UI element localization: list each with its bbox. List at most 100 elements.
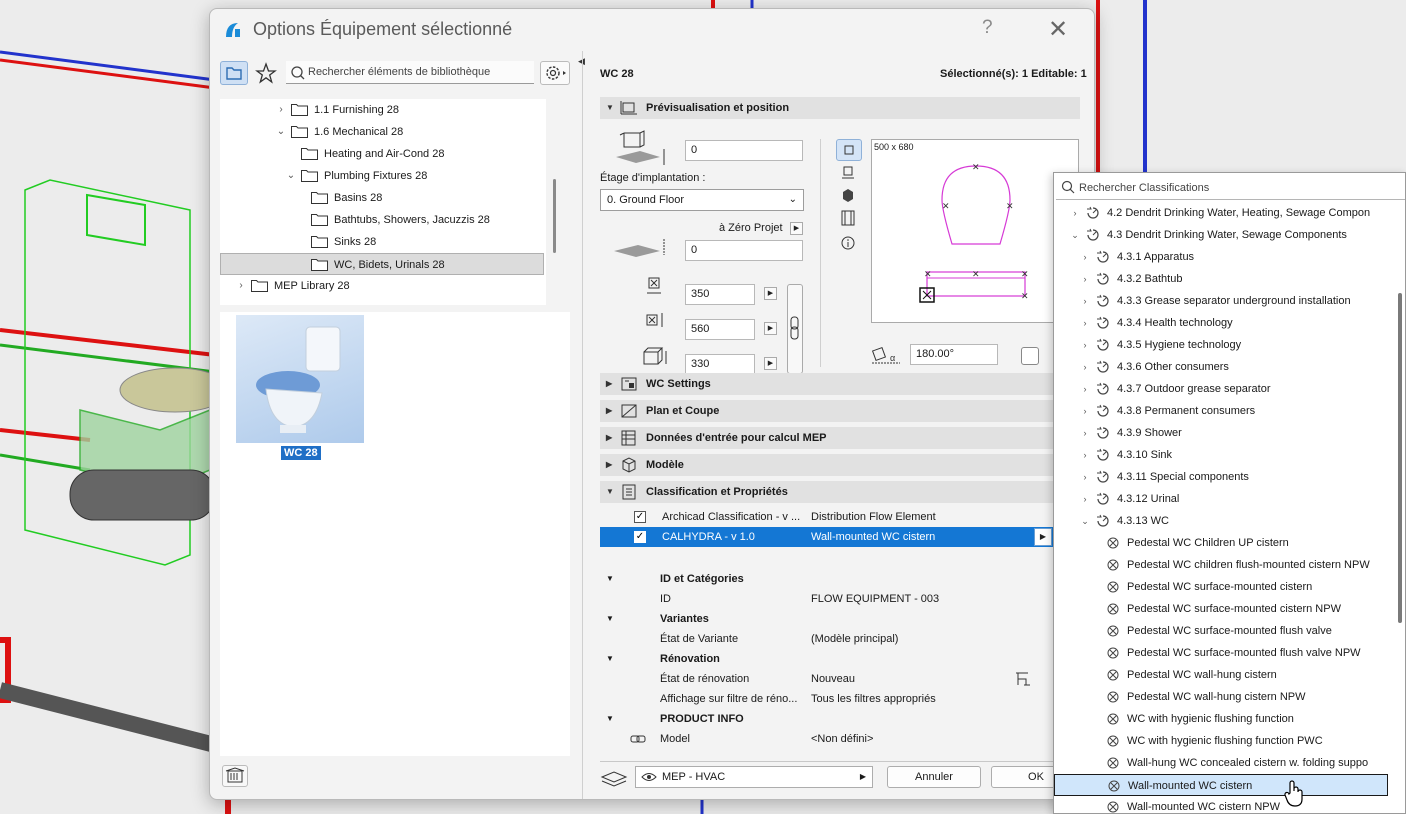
chevron-right-icon[interactable]: › (1080, 334, 1090, 356)
classification-item[interactable]: Wall-hung WC concealed cistern w. foldin… (1054, 752, 1394, 774)
mirror-checkbox[interactable] (1021, 347, 1039, 365)
tree-item[interactable]: Sinks 28 (220, 231, 544, 253)
checkbox-checked[interactable]: ✓ (634, 531, 646, 543)
classification-item[interactable]: Wall-mounted WC cistern NPW (1054, 796, 1394, 813)
expand-triangle-icon[interactable]: ▶ (606, 454, 612, 476)
chevron-right-icon[interactable]: › (1080, 246, 1090, 268)
tree-item[interactable]: Basins 28 (220, 187, 544, 209)
height-arrow-button[interactable]: ▶ (764, 357, 777, 370)
depth-arrow-button[interactable]: ▶ (764, 322, 777, 335)
chevron-right-icon[interactable]: › (1080, 444, 1090, 466)
classification-item[interactable]: › 4.3.2 Bathtub (1054, 268, 1394, 290)
property-row[interactable]: ID FLOW EQUIPMENT - 003 (600, 589, 1060, 609)
reference-elevation-input[interactable]: 0 (685, 240, 803, 261)
classification-item[interactable]: ⌄ 4.3 Dendrit Drinking Water, Sewage Comp… (1054, 224, 1394, 246)
collapse-triangle-icon[interactable]: ▼ (606, 709, 614, 729)
chevron-right-icon[interactable]: › (1080, 312, 1090, 334)
property-group[interactable]: ▼ PRODUCT INFO (600, 709, 1060, 729)
chevron-right-icon[interactable]: › (1080, 422, 1090, 444)
classification-search-input[interactable]: Rechercher Classifications (1056, 175, 1405, 200)
property-row[interactable]: Affichage sur filtre de réno... Tous les… (600, 689, 1060, 709)
classification-item[interactable]: WC with hygienic flushing function PWC (1054, 730, 1394, 752)
expand-triangle-icon[interactable]: ▶ (606, 373, 612, 395)
library-settings-button[interactable] (540, 61, 570, 85)
classification-item[interactable]: WC with hygienic flushing function (1054, 708, 1394, 730)
classification-item[interactable]: › 4.3.11 Special components (1054, 466, 1394, 488)
classification-item[interactable]: Pedestal WC wall-hung cistern (1054, 664, 1394, 686)
tree-item[interactable]: Heating and Air-Cond 28 (220, 143, 544, 165)
favorites-button[interactable] (252, 61, 280, 85)
collapse-triangle-icon[interactable]: ▼ (606, 649, 614, 669)
property-row[interactable]: Model <Non défini> (600, 729, 1060, 743)
tree-item[interactable]: Bathtubs, Showers, Jacuzzis 28 (220, 209, 544, 231)
renovation-filter-icon[interactable] (1012, 670, 1032, 688)
expand-triangle-icon[interactable]: ▶ (606, 427, 612, 449)
tree-item[interactable]: ⌄ 1.6 Mechanical 28 (220, 121, 544, 143)
chevron-down-icon[interactable]: ⌄ (275, 121, 287, 143)
chevron-right-icon[interactable]: › (1070, 202, 1080, 224)
classification-item[interactable]: › 4.3.5 Hygiene technology (1054, 334, 1394, 356)
help-button[interactable]: ? (982, 17, 993, 39)
classification-item[interactable]: › 4.3.12 Urinal (1054, 488, 1394, 510)
section-modele[interactable]: ▶ Modèle (600, 454, 1080, 476)
chevron-right-icon[interactable]: › (1080, 290, 1090, 312)
chevron-right-icon[interactable]: › (1080, 356, 1090, 378)
chevron-right-icon[interactable]: › (1080, 400, 1090, 422)
folder-view-button[interactable] (220, 61, 248, 85)
classification-item[interactable]: Pedestal WC children flush-mounted ciste… (1054, 554, 1394, 576)
elevation-input[interactable]: 0 (685, 140, 803, 161)
section-preview-position[interactable]: ▼ Prévisualisation et position (600, 97, 1080, 119)
height-input[interactable]: 330 (685, 354, 755, 375)
classification-item[interactable]: › 4.3.9 Shower (1054, 422, 1394, 444)
elevation-view-button[interactable] (836, 163, 862, 185)
layer-dropdown[interactable]: MEP - HVAC ▶ (635, 766, 873, 788)
classification-item[interactable]: Pedestal WC surface-mounted flush valve (1054, 620, 1394, 642)
width-input[interactable]: 350 (685, 284, 755, 305)
classification-item[interactable]: › 4.3.1 Apparatus (1054, 246, 1394, 268)
classification-item[interactable]: Pedestal WC surface-mounted cistern (1054, 576, 1394, 598)
expand-triangle-icon[interactable]: ▶ (606, 400, 612, 422)
info-button[interactable] (836, 233, 862, 255)
plan-view-button[interactable] (836, 139, 862, 161)
collapse-triangle-icon[interactable]: ▼ (606, 481, 614, 503)
rotation-input[interactable]: 180.00° (910, 344, 998, 365)
property-group[interactable]: ▼ ID et Catégories (600, 569, 1060, 589)
collapse-triangle-icon[interactable]: ▼ (606, 97, 614, 119)
section-classification[interactable]: ▼ Classification et Propriétés (600, 481, 1080, 503)
classification-item[interactable]: ⌄ 4.3.13 WC (1054, 510, 1394, 532)
3d-view-button[interactable] (836, 186, 862, 208)
section-mep-data[interactable]: ▶ Données d'entrée pour calcul MEP (600, 427, 1080, 449)
tree-item-selected[interactable]: WC, Bidets, Urinals 28 (220, 253, 544, 275)
classification-item[interactable]: › 4.3.3 Grease separator underground inst… (1054, 290, 1394, 312)
classification-picker-button[interactable]: ▶ (1034, 528, 1052, 546)
chevron-right-icon[interactable]: › (1080, 268, 1090, 290)
classification-item[interactable]: Pedestal WC wall-hung cistern NPW (1054, 686, 1394, 708)
tree-scrollbar[interactable] (553, 179, 556, 253)
width-arrow-button[interactable]: ▶ (764, 287, 777, 300)
pane-divider[interactable] (582, 51, 583, 799)
classification-item[interactable]: › 4.3.7 Outdoor grease separator (1054, 378, 1394, 400)
section-plan-coupe[interactable]: ▶ Plan et Coupe (600, 400, 1080, 422)
classification-item[interactable]: › 4.3.8 Permanent consumers (1054, 400, 1394, 422)
collapse-triangle-icon[interactable]: ▼ (606, 609, 614, 629)
classification-row[interactable]: ✓ Archicad Classification - v ... Distri… (600, 507, 1080, 527)
depth-input[interactable]: 560 (685, 319, 755, 340)
classification-item[interactable]: Pedestal WC surface-mounted cistern NPW (1054, 598, 1394, 620)
property-group[interactable]: ▼ Rénovation (600, 649, 1060, 669)
wc-thumbnail[interactable] (236, 315, 364, 443)
reference-arrow-button[interactable]: ▶ (790, 222, 803, 235)
classification-item-selected[interactable]: Wall-mounted WC cistern (1054, 774, 1388, 796)
property-group[interactable]: ▼ Variantes (600, 609, 1060, 629)
proportion-lock-button[interactable] (787, 284, 803, 374)
chevron-down-icon[interactable]: ⌄ (1070, 224, 1080, 246)
classification-item[interactable]: › 4.3.10 Sink (1054, 444, 1394, 466)
close-button[interactable]: ✕ (1048, 15, 1068, 44)
cancel-button[interactable]: Annuler (887, 766, 981, 788)
chevron-down-icon[interactable]: ⌄ (1080, 510, 1090, 532)
classification-scrollbar[interactable] (1398, 293, 1402, 623)
checkbox-checked[interactable]: ✓ (634, 511, 646, 523)
tree-item[interactable]: › 1.1 Furnishing 28 (220, 99, 544, 121)
library-manager-button[interactable] (222, 765, 248, 787)
classification-item[interactable]: Pedestal WC surface-mounted flush valve … (1054, 642, 1394, 664)
library-search-input[interactable]: Rechercher éléments de bibliothèque (286, 61, 534, 84)
